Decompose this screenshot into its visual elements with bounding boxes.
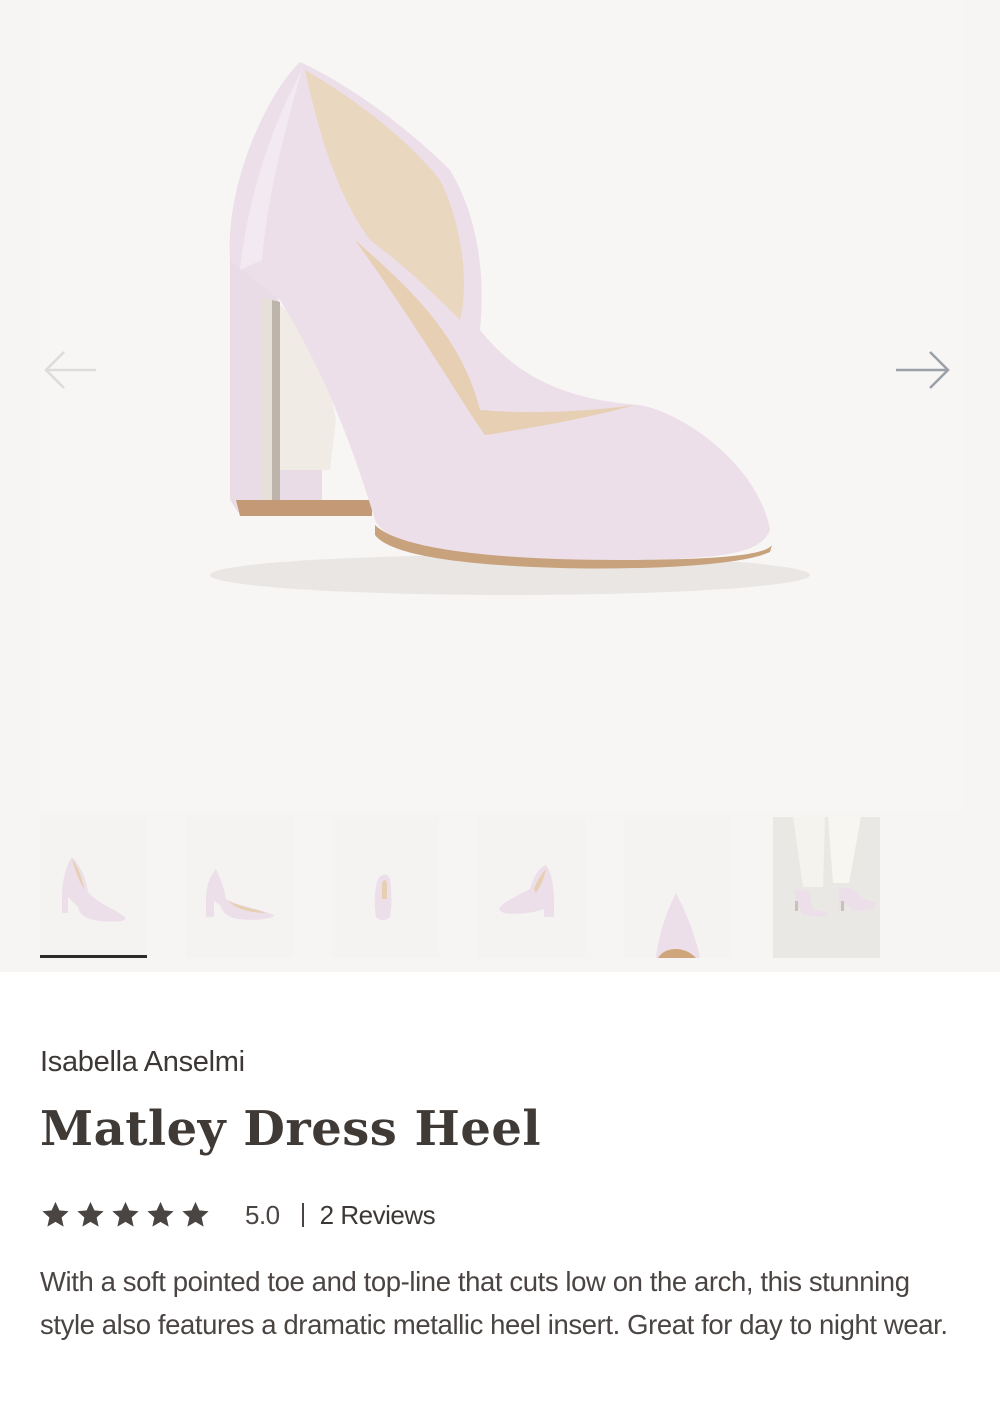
star-icon — [180, 1200, 211, 1230]
product-info: Isabella Anselmi Matley Dress Heel 5.0 2… — [40, 1040, 960, 1340]
thumbnail-1[interactable] — [40, 817, 147, 958]
rating-divider — [301, 1203, 304, 1227]
previous-image-button[interactable] — [36, 340, 106, 400]
thumbnail-4[interactable] — [478, 817, 585, 958]
product-title: Matley Dress Heel — [40, 1101, 542, 1157]
arrow-right-icon — [896, 351, 950, 389]
star-icon — [75, 1200, 106, 1230]
rating-value: 5.0 — [245, 1199, 280, 1230]
product-gallery — [0, 0, 1000, 972]
star-rating — [40, 1200, 211, 1230]
star-icon — [145, 1200, 176, 1230]
thumbnail-5[interactable] — [624, 817, 731, 958]
thumbnail-strip — [40, 817, 965, 962]
thumbnail-6[interactable] — [773, 817, 880, 958]
next-image-button[interactable] — [890, 340, 960, 400]
reviews-link[interactable]: 2 Reviews — [320, 1200, 436, 1231]
arrow-left-icon — [44, 351, 96, 389]
star-icon — [40, 1200, 71, 1230]
thumbnail-2[interactable] — [186, 817, 293, 958]
product-description: With a soft pointed toe and top-line tha… — [40, 1266, 948, 1340]
main-product-image — [40, 0, 965, 810]
rating-summary: 5.0 2 Reviews — [40, 1195, 436, 1235]
star-icon — [110, 1200, 141, 1230]
brand-name: Isabella Anselmi — [40, 1046, 245, 1078]
thumbnail-3[interactable] — [332, 817, 439, 958]
